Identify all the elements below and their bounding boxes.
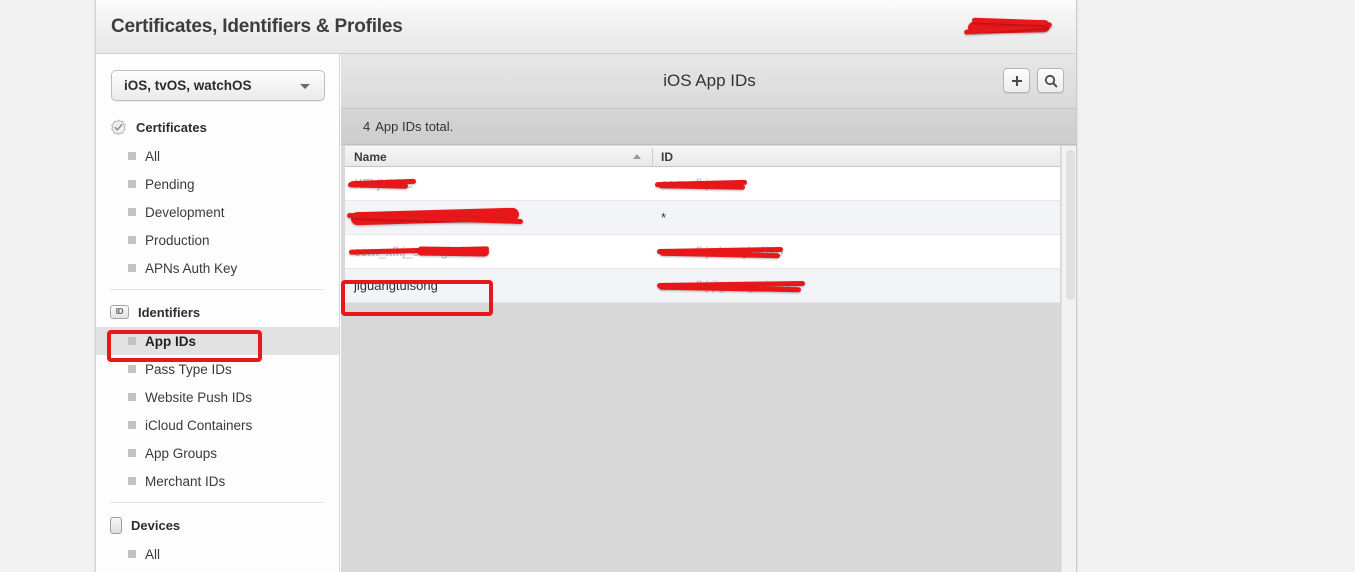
total-count-text: 4 App IDs total. [363, 119, 453, 134]
main-content: iOS App IDs 4 App IDs total. Name ID * j… [341, 54, 1076, 572]
vertical-scrollbar[interactable] [1061, 146, 1076, 572]
total-count-number: 4 [363, 119, 371, 134]
bullet-icon [128, 449, 136, 457]
bullet-icon [128, 236, 136, 244]
sidebar-item-icloud-containers[interactable]: iCloud Containers [96, 411, 339, 439]
sidebar-item-label: App Groups [145, 445, 218, 461]
bullet-icon [128, 393, 136, 401]
sort-ascending-icon [633, 154, 641, 159]
search-icon [1044, 74, 1057, 87]
sidebar-group-devices: Devices [96, 510, 339, 540]
sidebar-group-label: Identifiers [138, 304, 201, 320]
sidebar-item-all-certificates[interactable]: All [96, 142, 339, 170]
sidebar-group-label: Devices [131, 517, 181, 533]
app-ids-table: Name ID XFkjXMzc com.xfkj.xmzc [341, 145, 1076, 303]
seal-check-icon [110, 119, 127, 136]
certificates-window: Certificates, Identifiers & Profiles iOS… [95, 0, 1077, 572]
window-body: iOS, tvOS, watchOS Certificates All Pend… [96, 54, 1076, 572]
sidebar-item-website-push-ids[interactable]: Website Push IDs [96, 383, 339, 411]
page-title: Certificates, Identifiers & Profiles [111, 16, 403, 37]
cell-id: * [661, 210, 667, 225]
sidebar-item-pass-type-ids[interactable]: Pass Type IDs [96, 355, 339, 383]
content-header: iOS App IDs [341, 54, 1076, 109]
sidebar-item-label: App IDs [145, 333, 197, 349]
bullet-icon [128, 477, 136, 485]
bullet-icon [128, 152, 136, 160]
sidebar: iOS, tvOS, watchOS Certificates All Pend… [96, 54, 340, 572]
sidebar-item-all-devices[interactable]: All [96, 540, 339, 568]
total-count-bar: 4 App IDs total. [341, 109, 1076, 145]
sidebar-item-label: Development [145, 204, 225, 220]
add-app-id-button[interactable] [1003, 68, 1030, 93]
platform-select-value: iOS, tvOS, watchOS [124, 78, 252, 93]
sidebar-divider [110, 502, 324, 503]
redaction-mark [416, 246, 490, 257]
table-header-row: Name ID [345, 145, 1060, 167]
sidebar-item-label: Website Push IDs [145, 389, 253, 405]
device-phone-icon [110, 516, 122, 534]
id-badge-icon: ID [110, 305, 129, 319]
sidebar-item-label: APNs Auth Key [145, 260, 238, 276]
sidebar-item-label: All [145, 546, 161, 562]
table-row[interactable]: com_xfkj_chongkabao com.xfkj.chongkabao [345, 235, 1060, 269]
window-title-bar: Certificates, Identifiers & Profiles [96, 0, 1076, 54]
sidebar-group-label: Certificates [136, 119, 207, 135]
sidebar-item-apns-auth-key[interactable]: APNs Auth Key [96, 254, 339, 282]
sidebar-group-identifiers: ID Identifiers [96, 297, 339, 327]
sidebar-item-pending[interactable]: Pending [96, 170, 339, 198]
sidebar-item-label: Pass Type IDs [145, 361, 232, 377]
cell-name: jiguangtuisong [354, 278, 438, 293]
sidebar-item-app-ids[interactable]: App IDs [96, 327, 339, 355]
scrollbar-thumb[interactable] [1066, 150, 1075, 300]
search-button[interactable] [1037, 68, 1064, 93]
table-row[interactable]: XFkjXMzc com.xfkj.xmzc [345, 167, 1060, 201]
table-row[interactable]: * [345, 201, 1060, 235]
bullet-icon [128, 208, 136, 216]
sidebar-divider [110, 289, 324, 290]
column-header-name[interactable]: Name [354, 150, 387, 164]
total-count-label: App IDs total. [375, 119, 454, 134]
chevron-down-icon [300, 84, 310, 89]
sidebar-item-label: Pending [145, 176, 195, 192]
bullet-icon [128, 337, 136, 345]
platform-select[interactable]: iOS, tvOS, watchOS [111, 70, 325, 101]
bullet-icon [128, 550, 136, 558]
sidebar-group-certificates: Certificates [96, 112, 339, 142]
column-header-id[interactable]: ID [661, 150, 673, 164]
sidebar-item-label: Merchant IDs [145, 473, 226, 489]
sidebar-nav: Certificates All Pending Development Pro… [96, 112, 339, 568]
sidebar-item-app-groups[interactable]: App Groups [96, 439, 339, 467]
column-divider[interactable] [652, 148, 653, 166]
bullet-icon [128, 180, 136, 188]
bullet-icon [128, 421, 136, 429]
sidebar-item-label: iCloud Containers [145, 417, 253, 433]
sidebar-item-label: All [145, 148, 161, 164]
bullet-icon [128, 264, 136, 272]
sidebar-item-label: Production [145, 232, 210, 248]
sidebar-item-development[interactable]: Development [96, 198, 339, 226]
sidebar-item-production[interactable]: Production [96, 226, 339, 254]
account-name-redaction [963, 17, 1053, 35]
content-title: iOS App IDs [663, 71, 756, 90]
sidebar-item-merchant-ids[interactable]: Merchant IDs [96, 467, 339, 495]
bullet-icon [128, 365, 136, 373]
table-row[interactable]: jiguangtuisong com.xfkj.jiguangtuisong [345, 269, 1060, 303]
plus-icon [1011, 75, 1022, 86]
